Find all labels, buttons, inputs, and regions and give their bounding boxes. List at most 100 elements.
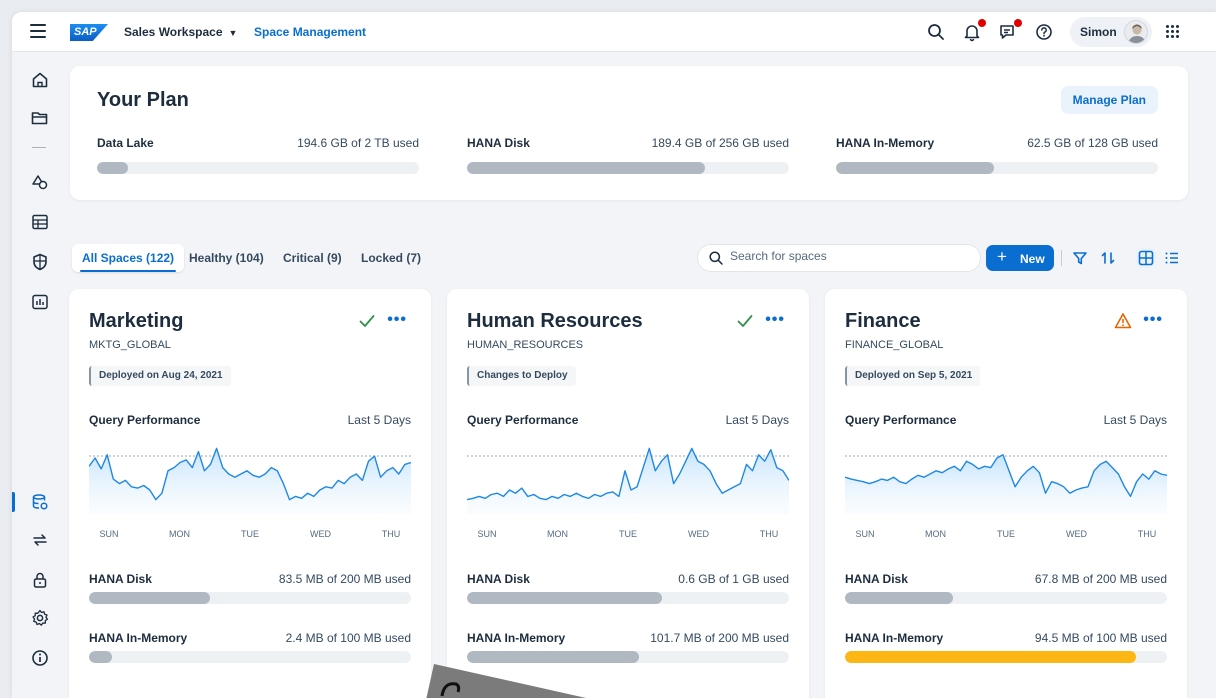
shapes-icon[interactable] — [30, 172, 50, 192]
deploy-status-tag: Changes to Deploy — [467, 366, 576, 386]
settings-icon[interactable] — [30, 608, 50, 628]
warning-icon — [1113, 311, 1133, 331]
nav-active-indicator — [12, 492, 15, 512]
search-icon[interactable] — [926, 22, 946, 42]
workspace-label: Sales Workspace — [124, 25, 223, 39]
workspace-selector[interactable]: Sales Workspace ▼ — [124, 25, 237, 39]
day-label: SUN — [99, 529, 119, 539]
meter-value: 83.5 MB of 200 MB used — [278, 572, 411, 586]
chart-area — [89, 448, 411, 514]
query-performance-range: Last 5 Days — [1103, 413, 1167, 427]
meter-track — [467, 592, 789, 604]
day-label: THU — [1137, 529, 1157, 539]
meter-value: 101.7 MB of 200 MB used — [650, 631, 789, 645]
shield-icon[interactable] — [30, 252, 50, 272]
meter-label: HANA In-Memory — [467, 631, 566, 645]
sort-icon[interactable] — [1098, 248, 1118, 268]
chart-day-labels: SUN MON TUE WED THU — [89, 529, 411, 543]
day-label: SUN — [855, 529, 875, 539]
search-field[interactable] — [698, 245, 980, 271]
home-icon[interactable] — [30, 70, 50, 90]
plus-icon: + — [997, 247, 1007, 266]
meter-fill — [845, 651, 1137, 663]
shell-bar: SAP Sales Workspace ▼ Space Management Si… — [12, 12, 1216, 52]
filter-icon[interactable] — [1070, 248, 1090, 268]
help-icon[interactable] — [1034, 22, 1054, 42]
space-management-icon[interactable] — [30, 492, 50, 512]
meter-track — [845, 651, 1167, 663]
space-name: Marketing — [89, 310, 184, 332]
menu-icon[interactable] — [30, 24, 46, 38]
day-label: MON — [547, 529, 568, 539]
table-icon[interactable] — [30, 212, 50, 232]
meter-value: 2.4 MB of 100 MB used — [285, 631, 411, 645]
user-menu[interactable]: Simon — [1070, 17, 1152, 47]
plan-title: Your Plan — [97, 89, 189, 111]
apps-grid-icon[interactable] — [1166, 25, 1180, 39]
space-id: HUMAN_RESOURCES — [467, 339, 584, 351]
info-icon[interactable] — [30, 648, 50, 668]
space-card-finance[interactable]: Finance FINANCE_GLOBAL ••• Deployed on S… — [825, 289, 1187, 698]
query-performance-label: Query Performance — [467, 413, 579, 427]
tab-locked[interactable]: Locked (7) — [351, 244, 431, 272]
query-performance-chart — [89, 447, 411, 514]
day-label: SUN — [477, 529, 497, 539]
chart-day-labels: SUN MON TUE WED THU — [467, 529, 789, 543]
space-name: Finance — [845, 310, 921, 332]
tab-healthy[interactable]: Healthy (104) — [179, 244, 274, 272]
day-label: WED — [1066, 529, 1087, 539]
deploy-status-tag: Deployed on Sep 5, 2021 — [845, 366, 981, 386]
section-title: Space Management — [254, 25, 367, 39]
tab-critical[interactable]: Critical (9) — [273, 244, 352, 272]
chevron-down-icon: ▼ — [228, 28, 238, 38]
list-view-icon[interactable] — [1162, 248, 1182, 268]
space-name: Human Resources — [467, 310, 643, 332]
deploy-status-tag: Deployed on Aug 24, 2021 — [89, 366, 231, 386]
search-input[interactable] — [730, 249, 970, 263]
meter-value: 94.5 MB of 100 MB used — [1034, 631, 1167, 645]
query-performance-range: Last 5 Days — [725, 413, 789, 427]
new-button-label: New — [1020, 252, 1045, 266]
meter-fill — [836, 162, 994, 174]
more-actions-icon[interactable]: ••• — [387, 311, 407, 329]
analytics-icon[interactable] — [30, 292, 50, 312]
meter-value: 189.4 GB of 256 GB used — [651, 136, 789, 150]
meter-label: HANA In-Memory — [89, 631, 188, 645]
query-performance-chart — [845, 454, 1167, 514]
day-label: TUE — [619, 529, 637, 539]
avatar — [1124, 20, 1148, 44]
tab-all-spaces[interactable]: All Spaces (122) — [72, 244, 185, 272]
new-space-button[interactable]: + New — [986, 245, 1054, 271]
day-label: TUE — [997, 529, 1015, 539]
meter-fill — [467, 162, 706, 174]
space-card-marketing[interactable]: Marketing MKTG_GLOBAL ••• Deployed on Au… — [69, 289, 431, 698]
meter-fill — [97, 162, 128, 174]
folder-icon[interactable] — [30, 108, 50, 128]
space-card-human-resources[interactable]: Human Resources HUMAN_RESOURCES ••• Chan… — [447, 289, 809, 698]
day-label: THU — [759, 529, 779, 539]
day-label: MON — [169, 529, 190, 539]
meter-value: 67.8 MB of 200 MB used — [1034, 572, 1167, 586]
sap-logo: SAP — [70, 24, 108, 41]
transport-icon[interactable] — [30, 530, 50, 550]
day-label: TUE — [241, 529, 259, 539]
toolbar-divider — [1061, 250, 1062, 266]
day-label: WED — [688, 529, 709, 539]
more-actions-icon[interactable]: ••• — [765, 311, 785, 329]
overlay-shape — [426, 664, 587, 698]
day-label: THU — [381, 529, 401, 539]
meter-value: 0.6 GB of 1 GB used — [678, 572, 789, 586]
grid-view-icon[interactable] — [1136, 248, 1156, 268]
meter-track — [89, 651, 411, 663]
plan-card: Your Plan Manage Plan Data Lake 194.6 GB… — [70, 66, 1188, 200]
search-icon — [709, 251, 723, 265]
query-performance-range: Last 5 Days — [347, 413, 411, 427]
meter-track — [845, 592, 1167, 604]
meter-fill — [467, 592, 662, 604]
manage-plan-button[interactable]: Manage Plan — [1060, 86, 1158, 114]
day-label: MON — [925, 529, 946, 539]
meter-track — [89, 592, 411, 604]
lock-icon[interactable] — [30, 570, 50, 590]
more-actions-icon[interactable]: ••• — [1143, 311, 1163, 329]
space-id: MKTG_GLOBAL — [89, 339, 171, 351]
